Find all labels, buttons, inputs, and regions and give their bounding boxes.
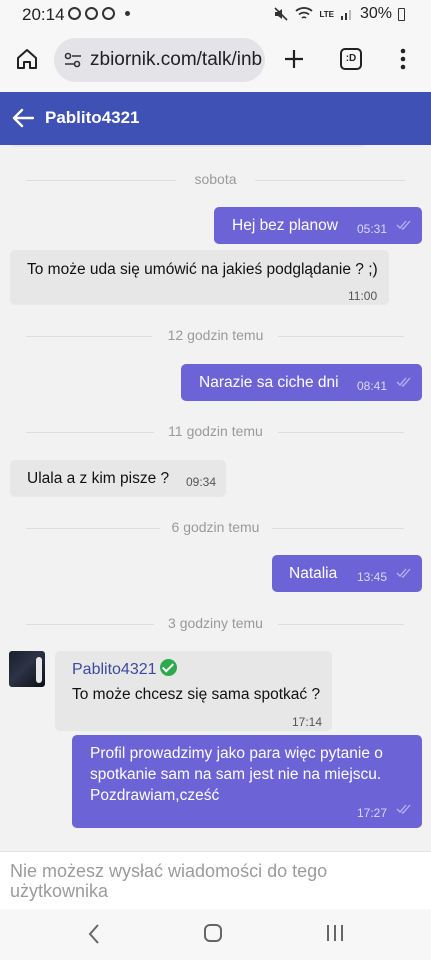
message-outgoing[interactable]: Natalia 13:45: [272, 555, 422, 592]
chat-title: Pablito4321: [45, 108, 140, 127]
message-list[interactable]: sobota Hej bez planow 05:31 To może uda …: [0, 145, 431, 851]
home-icon[interactable]: [15, 47, 39, 71]
message-outgoing[interactable]: Narazie sa ciche dni 08:41: [181, 364, 422, 401]
battery-text: 30%: [359, 5, 392, 22]
chat-header: Pablito4321: [0, 92, 431, 145]
signal-icon: [340, 10, 351, 20]
sender-name[interactable]: Pablito4321: [72, 659, 157, 680]
notification-dot-icon: [125, 11, 130, 16]
message-outgoing[interactable]: Profil prowadzimy jako para więc pytanie…: [72, 735, 422, 828]
url-text: zbiornik.com/talk/inb: [90, 49, 263, 70]
nav-back-icon[interactable]: [87, 923, 101, 945]
read-receipt-icon: [396, 377, 411, 387]
chrome-icon: [85, 7, 98, 20]
messaging-disabled-notice: Nie możesz wysłać wiadomości do tego uży…: [0, 851, 431, 910]
new-tab-icon[interactable]: [283, 48, 305, 70]
tab-switcher-button[interactable]: :D: [340, 48, 362, 70]
avatar[interactable]: [9, 651, 45, 687]
message-incoming[interactable]: To może uda się umówić na jakieś podgląd…: [10, 250, 389, 305]
more-options-icon[interactable]: [399, 48, 407, 70]
mute-icon: [274, 7, 289, 21]
message-outgoing[interactable]: Hej bez planow 05:31: [214, 207, 422, 244]
facebook-icon: [102, 7, 115, 20]
site-settings-icon[interactable]: [64, 52, 82, 68]
read-receipt-icon: [396, 804, 411, 814]
date-separator: 12 godzin temu: [0, 326, 431, 346]
status-time: 20:14: [22, 5, 65, 24]
browser-toolbar: zbiornik.com/talk/inb :D: [0, 30, 431, 92]
date-separator: 11 godzin temu: [0, 422, 431, 442]
date-separator: 6 godzin temu: [0, 518, 431, 538]
wifi-icon: [295, 7, 314, 19]
read-receipt-icon: [396, 220, 411, 230]
system-nav-bar: [0, 909, 431, 960]
nav-recents-icon[interactable]: [325, 924, 345, 942]
nav-home-icon[interactable]: [203, 923, 223, 943]
whatsapp-icon: [68, 7, 81, 20]
back-arrow-icon[interactable]: [12, 108, 34, 128]
status-bar: 20:14 LTE 30%: [0, 0, 431, 30]
verified-badge-icon: [160, 659, 177, 676]
message-incoming[interactable]: Pablito4321 To może chcesz się sama spot…: [55, 651, 332, 731]
lte-label: LTE: [319, 9, 334, 19]
read-receipt-icon: [396, 568, 411, 578]
message-incoming[interactable]: Ulala a z kim pisze ? 09:34: [10, 460, 226, 497]
date-separator: 3 godziny temu: [0, 614, 431, 634]
date-separator: sobota: [0, 170, 431, 190]
previous-message-bubble: [10, 145, 366, 147]
battery-icon: [398, 7, 405, 21]
url-bar[interactable]: zbiornik.com/talk/inb: [54, 38, 265, 82]
